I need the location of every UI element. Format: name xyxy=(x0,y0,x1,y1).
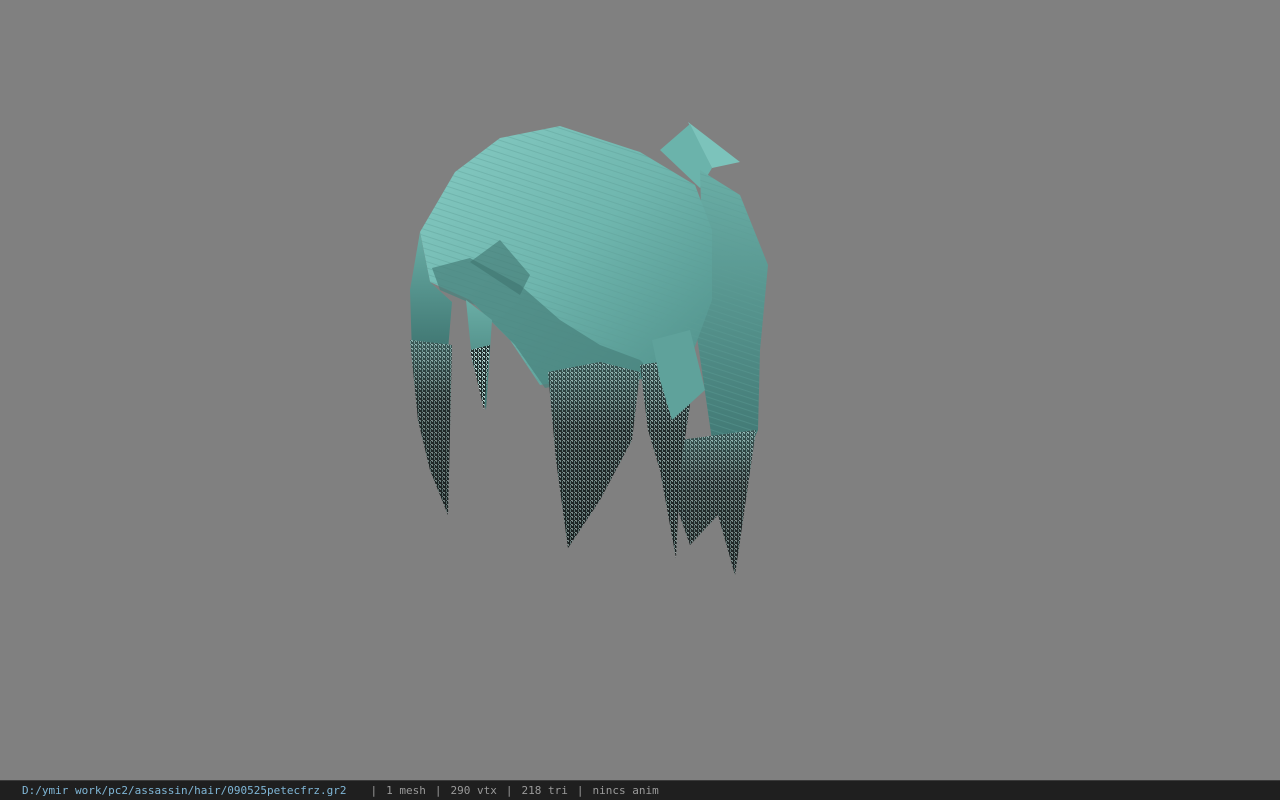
status-bar: D:/ymir work/pc2/assassin/hair/090525pet… xyxy=(0,780,1280,800)
triangle-count-label: 218 tri xyxy=(521,784,568,797)
animation-status-label: nincs anim xyxy=(592,784,659,797)
status-separator: | xyxy=(576,784,584,797)
status-separator: | xyxy=(434,784,442,797)
file-path-label: D:/ymir work/pc2/assassin/hair/090525pet… xyxy=(22,784,347,797)
vertex-count-label: 290 vtx xyxy=(450,784,497,797)
3d-viewport[interactable] xyxy=(0,0,1280,780)
hair-model-render[interactable] xyxy=(0,0,1280,780)
mesh-count-label: 1 mesh xyxy=(386,784,426,797)
status-separator: | xyxy=(505,784,513,797)
status-separator: | xyxy=(370,784,378,797)
